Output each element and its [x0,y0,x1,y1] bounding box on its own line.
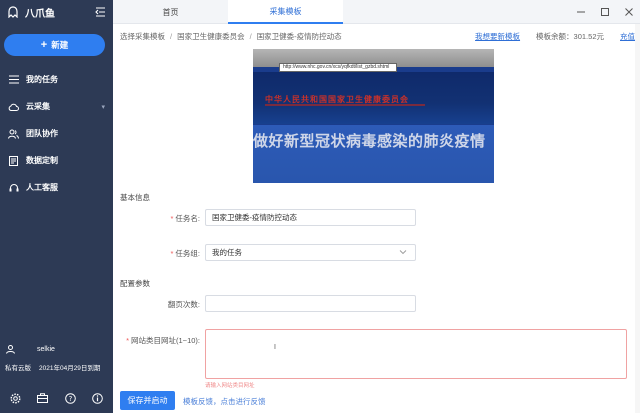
user-info[interactable]: selkie [6,345,55,354]
url-list-error: 请输入网站类目网址 [205,383,255,389]
username: selkie [37,346,55,353]
sidebar-nav: 我的任务 云采集 ▾ 团队协作 数据定制 人工客服 [0,66,113,201]
plan-expiry: 2021年04月29日到期 [39,365,101,372]
breadcrumb-separator: / [170,31,173,41]
headset-icon [8,182,19,193]
tab-templates[interactable]: 采集模板 [228,0,343,24]
chevron-down-icon[interactable]: ▾ [101,103,105,111]
required-marker: * [126,336,130,345]
sidebar: 八爪鱼 + 新建 我的任务 云采集 ▾ 团队协作 数据定制 人工客服 selki… [0,0,113,413]
maximize-icon[interactable] [600,7,610,17]
template-preview-image: http://www.nhc.gov.cn/xcs/yqfkdt/list_gz… [253,49,494,183]
url-list-label-text: 网站类目网址(1~10): [131,336,200,345]
app-name: 八爪鱼 [25,8,55,20]
want-new-template-link[interactable]: 我想要新模板 [475,31,520,42]
settings-icon[interactable] [10,392,22,404]
task-name-input[interactable]: 国家卫健委-疫情防控动态 [205,209,416,226]
breadcrumb-actions: 我想要新模板 模板余额：301.52元 充值 [475,31,635,42]
plan-info: 私有云版 2021年04月29日到期 [5,362,100,372]
breadcrumb-item[interactable]: 选择采集模板 [120,31,165,42]
url-list-label: * 网站类目网址(1~10): [118,335,200,346]
sidebar-item-data[interactable]: 数据定制 [0,147,113,174]
sidebar-item-cloud[interactable]: 云采集 ▾ [0,93,113,120]
svg-text:?: ? [68,395,72,403]
cloud-icon [8,101,19,112]
tab-home[interactable]: 首页 [113,0,228,24]
task-group-value: 我的任务 [212,248,242,257]
sidebar-item-label: 团队协作 [26,129,58,138]
preview-headline: 做好新型冠状病毒感染的肺炎疫情 [253,132,486,150]
plan-label: 私有云版 [5,365,31,372]
minimize-icon[interactable] [576,7,586,17]
sidebar-item-my-tasks[interactable]: 我的任务 [0,66,113,93]
sidebar-item-support[interactable]: 人工客服 [0,174,113,201]
user-icon [6,345,15,354]
preview-url: http://www.nhc.gov.cn/xcs/yqfkdt/list_gz… [279,63,397,72]
config-title: 配置参数 [120,279,150,288]
required-marker: * [170,214,174,223]
team-icon [8,128,19,139]
recharge-link[interactable]: 充值 [620,31,635,42]
info-icon[interactable] [91,392,103,404]
window-controls [576,0,634,24]
tab-bar: 首页 采集模板 [113,0,640,24]
sidebar-item-label: 我的任务 [26,75,58,84]
close-icon[interactable] [624,7,634,17]
help-icon[interactable]: ? [64,392,76,404]
task-group-select[interactable]: 我的任务 [205,244,416,261]
breadcrumb-item[interactable]: 国家卫生健康委员会 [177,31,245,42]
data-icon [8,155,19,166]
breadcrumb: 选择采集模板 / 国家卫生健康委员会 / 国家卫健委-疫情防控动态 我想要新模板… [120,30,635,42]
new-button[interactable]: + 新建 [4,34,105,56]
task-name-label-text: 任务名: [175,214,200,223]
sidebar-footer: ? [0,392,113,404]
briefcase-icon[interactable] [37,392,49,404]
sidebar-item-team[interactable]: 团队协作 [0,120,113,147]
preview-org-underline [265,104,425,106]
breadcrumb-item-current: 国家卫健委-疫情防控动态 [256,31,342,41]
logo-icon [6,6,19,19]
list-icon [8,74,19,85]
new-button-label: 新建 [51,40,69,50]
pages-input[interactable] [205,295,416,312]
template-balance: 模板余额：301.52元 [536,31,604,41]
pages-label: 翻页次数: [167,300,200,309]
sidebar-item-label: 人工客服 [26,183,58,192]
template-feedback-link[interactable]: 模板反馈，点击进行反馈 [183,396,266,407]
url-list-textarea[interactable]: I [205,329,627,379]
save-and-start-button[interactable]: 保存并启动 [120,391,175,410]
task-name-label: * 任务名: [150,213,200,224]
breadcrumb-separator: / [249,31,252,41]
task-group-label-text: 任务组: [175,249,200,258]
chevron-down-icon [399,248,407,258]
logo-row: 八爪鱼 [0,0,113,24]
scrollbar[interactable] [635,24,640,413]
text-cursor-icon: I [274,344,276,351]
task-group-label: * 任务组: [150,248,200,259]
required-marker: * [170,249,174,258]
collapse-menu-icon[interactable] [93,5,107,19]
basic-info-title: 基本信息 [120,193,150,202]
sidebar-item-label: 云采集 [26,102,50,111]
sidebar-item-label: 数据定制 [26,156,58,165]
plus-icon: + [40,38,48,51]
